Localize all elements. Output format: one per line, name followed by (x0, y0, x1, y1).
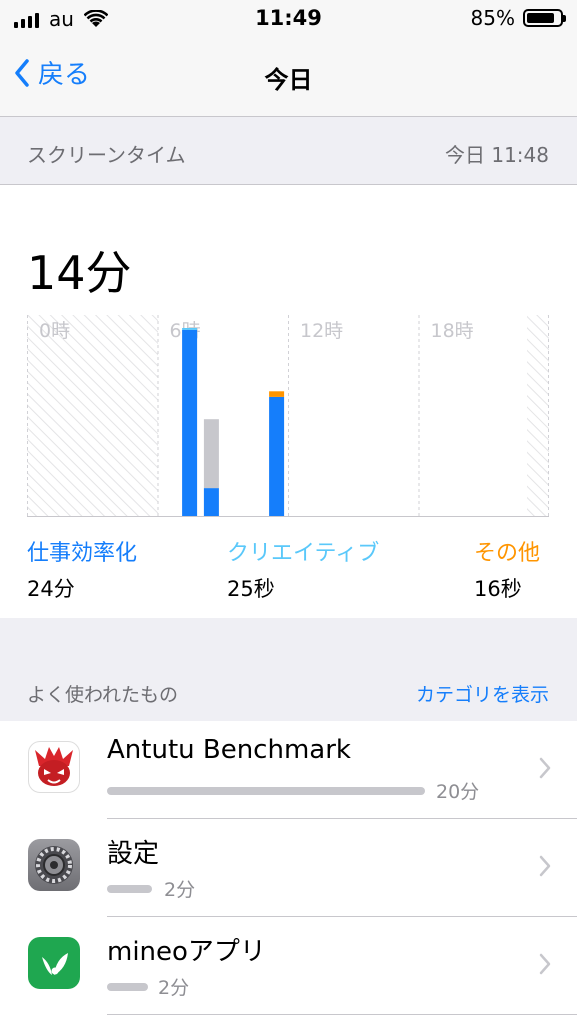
category-value: 16秒 (474, 577, 522, 601)
usage-bar-productivity (269, 396, 285, 516)
usage-time: 2分 (158, 977, 190, 999)
usage-bar-other (269, 391, 285, 397)
antutu-app-icon (28, 741, 80, 793)
x-tick-label: 18時 (431, 320, 474, 342)
category-productivity[interactable]: 仕事効率化 24分 (27, 535, 137, 603)
app-row-antutu[interactable]: Antutu Benchmark 20分 (0, 721, 577, 819)
battery-icon (523, 9, 566, 27)
night-shading-left (27, 315, 158, 516)
screen-time-section-header: スクリーンタイム 今日 11:48 (0, 117, 577, 185)
most-used-header: よく使われたもの カテゴリを表示 (0, 618, 577, 722)
battery-percent: 85% (470, 6, 515, 30)
usage-bar-productivity (182, 329, 198, 516)
usage-bar-productivity (203, 488, 219, 516)
usage-time: 2分 (164, 879, 196, 901)
usage-time: 20分 (436, 781, 480, 803)
hourly-usage-chart: 0時6時12時18時 (27, 315, 549, 517)
app-name: Antutu Benchmark (107, 735, 351, 765)
screen-time-label: スクリーンタイム (27, 143, 186, 167)
app-name: 設定 (107, 839, 160, 869)
app-row-settings[interactable]: 設定 2分 (0, 819, 577, 917)
app-name: mineoアプリ (107, 937, 266, 967)
category-other[interactable]: その他 16秒 (474, 535, 540, 603)
total-usage: 14分 (27, 246, 132, 300)
category-value: 24分 (27, 577, 75, 601)
x-tick-label: 12時 (300, 320, 343, 342)
app-list: Antutu Benchmark 20分 設定 2分 mineoアプリ 2分 (0, 721, 577, 1024)
row-separator (107, 1014, 577, 1015)
category-value: 25秒 (227, 577, 275, 601)
usage-bar-creativity (182, 328, 198, 330)
x-tick-label: 0時 (39, 320, 70, 342)
category-name: クリエイティブ (227, 541, 380, 566)
category-creativity[interactable]: クリエイティブ 25秒 (227, 535, 379, 603)
usage-bar (107, 885, 152, 893)
usage-card: 14分 0時6時12時18時 仕事効率化 24分 クリエイティブ 25秒 その他… (0, 184, 577, 620)
mineo-app-icon (28, 937, 80, 989)
usage-bar (107, 787, 425, 795)
category-name: その他 (474, 541, 541, 566)
updated-time: 今日 11:48 (445, 143, 549, 167)
show-categories-button[interactable]: カテゴリを表示 (416, 680, 549, 707)
category-name: 仕事効率化 (27, 541, 138, 566)
status-bar: au 11:49 85% (0, 0, 577, 40)
chevron-right-icon (539, 855, 551, 877)
settings-app-icon (28, 839, 80, 891)
chevron-right-icon (539, 757, 551, 779)
usage-bar (107, 983, 148, 991)
night-shading-right (527, 315, 549, 516)
usage-bar-uncategorized (203, 419, 219, 489)
chevron-right-icon (539, 953, 551, 975)
page-title: 今日 (264, 66, 313, 94)
navigation-bar: 戻る 今日 (0, 40, 577, 117)
app-row-mineo[interactable]: mineoアプリ 2分 (0, 917, 577, 1015)
most-used-label: よく使われたもの (27, 684, 179, 706)
